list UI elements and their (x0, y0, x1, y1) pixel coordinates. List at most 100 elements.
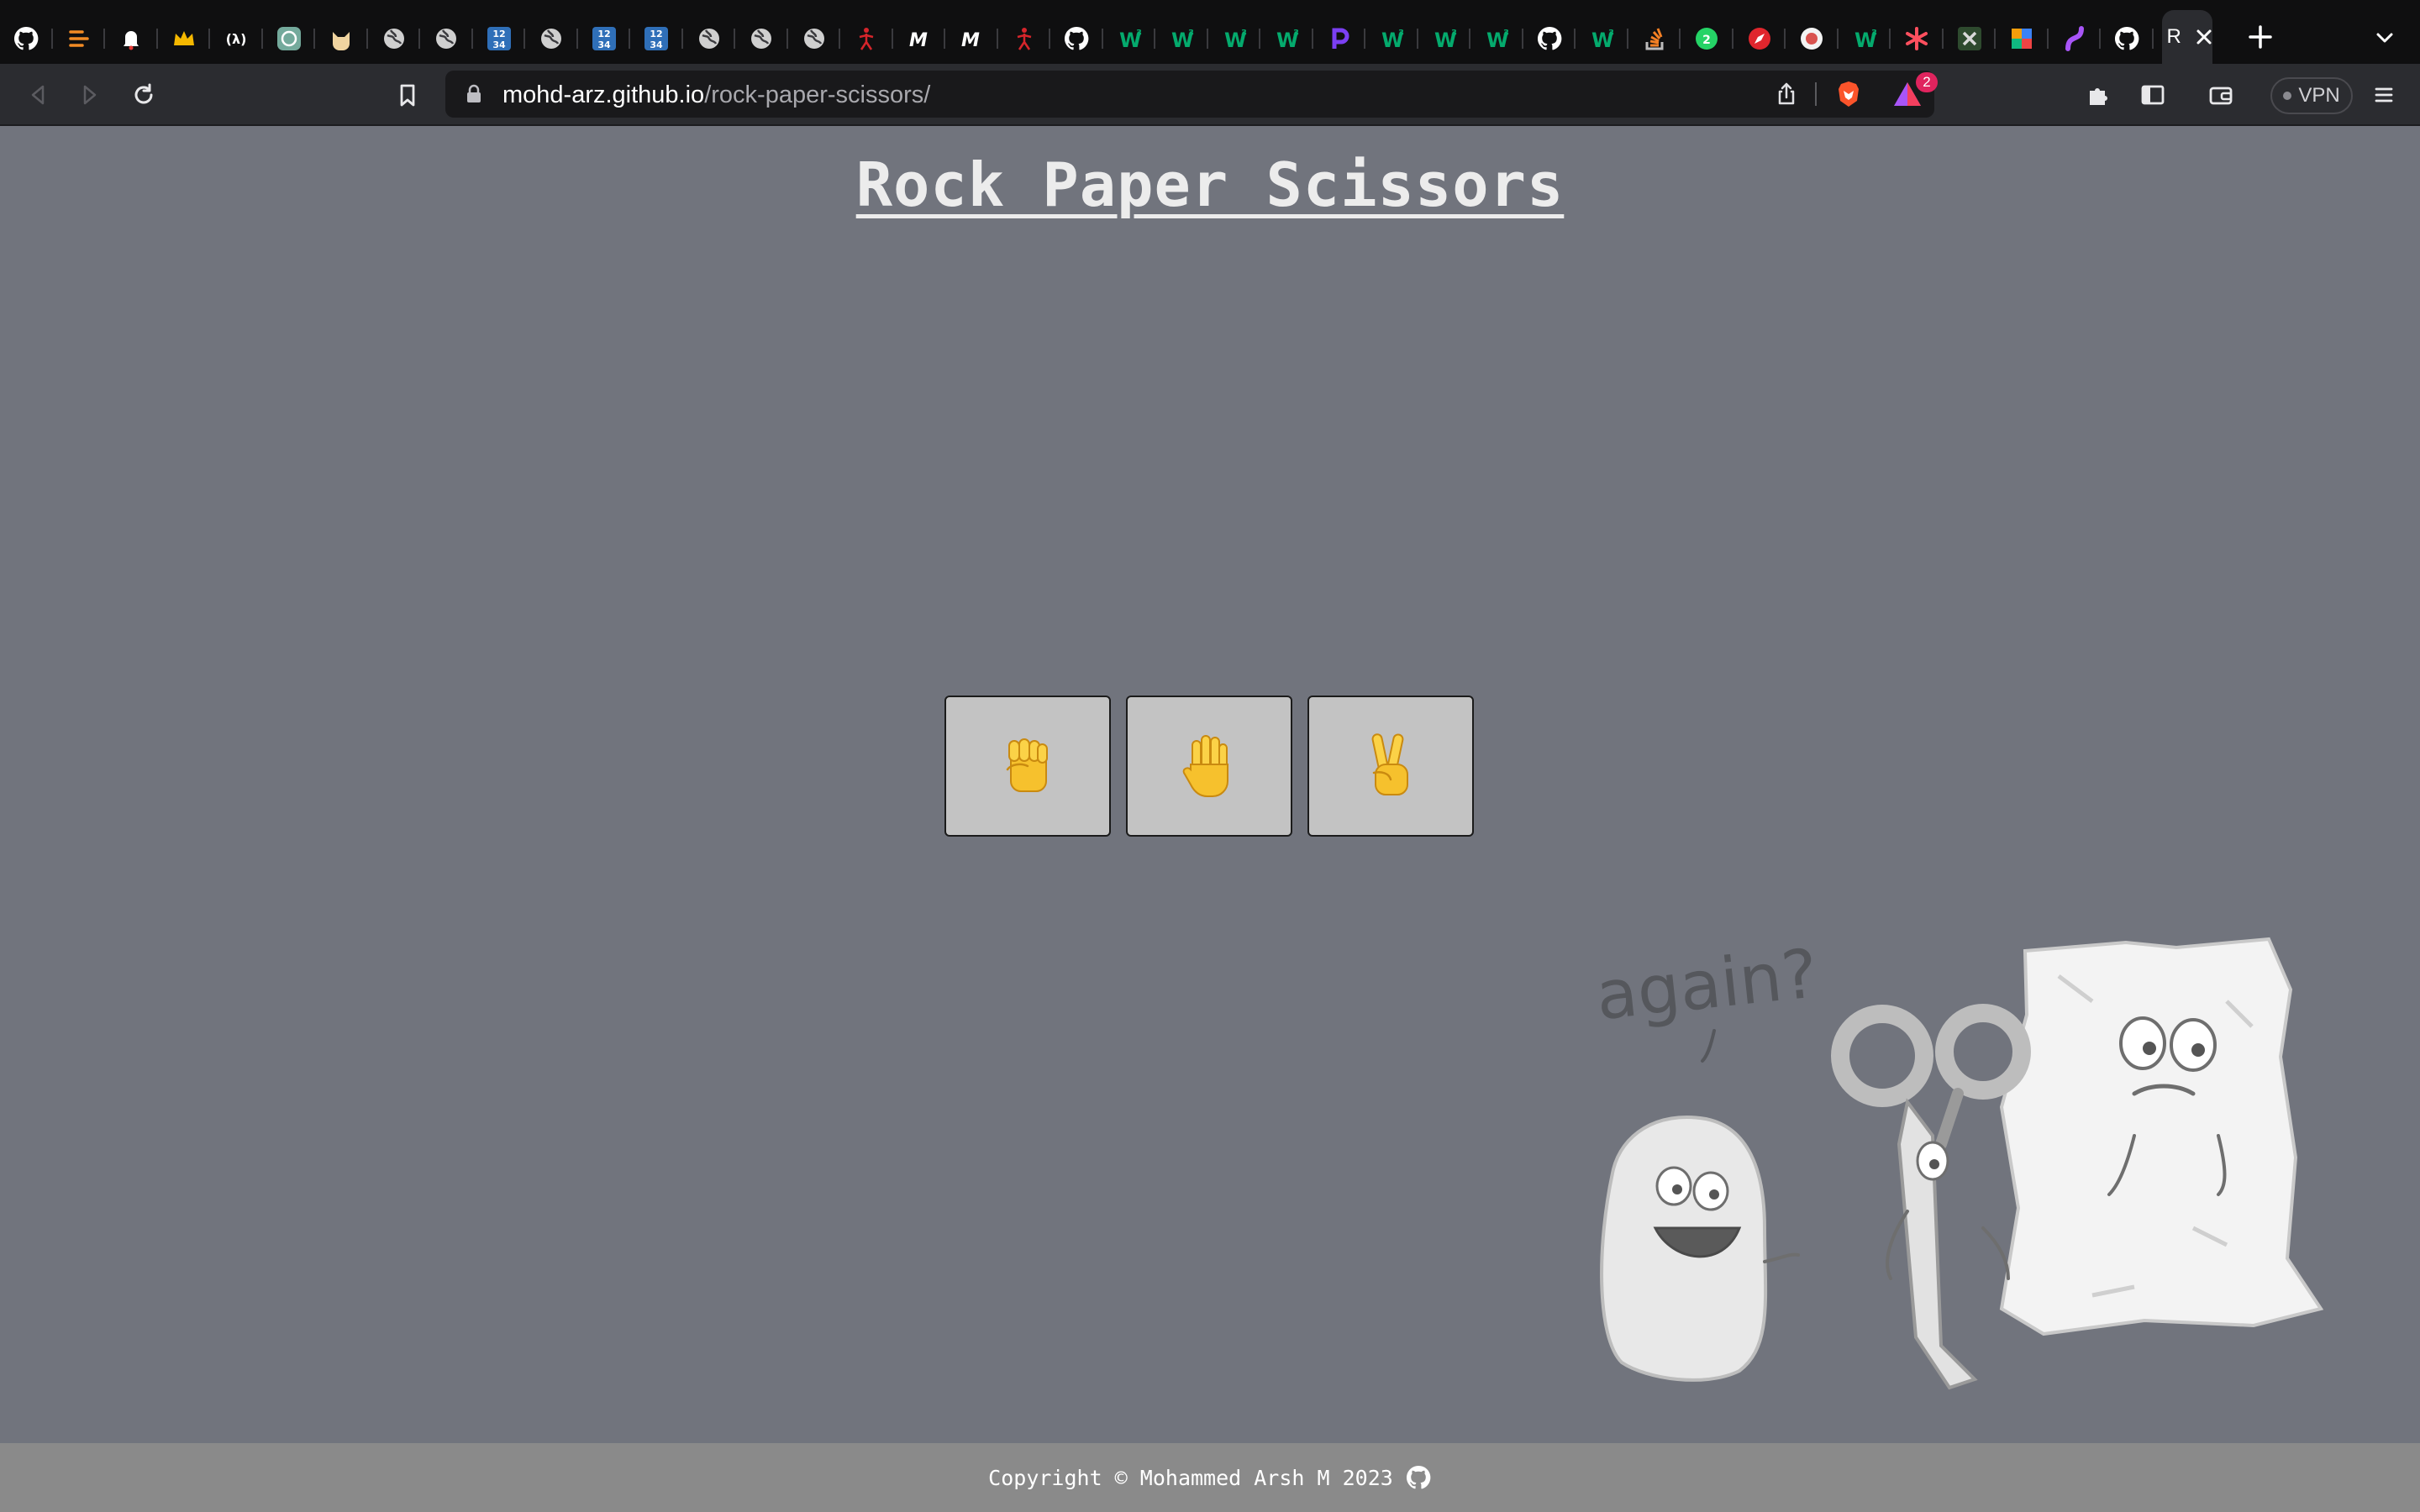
browser-tab[interactable] (683, 10, 736, 67)
raised-fist-icon (1006, 738, 1048, 792)
browser-tab[interactable] (315, 10, 368, 67)
browser-tab[interactable]: W3 (1155, 10, 1208, 67)
github-icon[interactable] (1405, 1464, 1432, 1491)
browser-tab[interactable] (1996, 10, 2049, 67)
browser-tab[interactable]: 12 34 (578, 10, 631, 67)
reload-button[interactable] (126, 77, 161, 113)
github-icon (13, 25, 39, 52)
rock-character (1600, 1116, 1800, 1382)
browser-tab[interactable] (1786, 10, 1839, 67)
stick-figure-icon (1011, 25, 1038, 52)
rock-button[interactable] (944, 696, 1111, 837)
browser-tab[interactable]: W3 (1103, 10, 1156, 67)
browser-tab[interactable]: W3 (1365, 10, 1418, 67)
back-button[interactable] (20, 77, 55, 113)
forward-button[interactable] (72, 77, 108, 113)
browser-tab[interactable] (0, 10, 53, 67)
browser-tab[interactable] (788, 10, 841, 67)
illustration-caption: again? (1592, 934, 1821, 1035)
asterisk-icon (1903, 25, 1930, 52)
browser-tab-active[interactable]: R (2161, 10, 2212, 67)
w3-icon: W3 (1273, 25, 1300, 52)
browser-tab[interactable]: M (945, 10, 998, 67)
browser-tab[interactable] (1523, 10, 1576, 67)
browser-tab[interactable]: 12 34 (473, 10, 526, 67)
browser-tab[interactable]: M (893, 10, 946, 67)
w3-icon: W3 (1431, 25, 1458, 52)
svg-text:12: 12 (492, 29, 505, 39)
browser-tab[interactable] (420, 10, 473, 67)
browser-tab[interactable] (105, 10, 158, 67)
w3-icon: W3 (1483, 25, 1510, 52)
svg-text:2: 2 (1702, 34, 1711, 47)
w3-icon: W3 (1588, 25, 1615, 52)
github-icon (2113, 25, 2140, 52)
browser-tab[interactable]: W3 (1418, 10, 1471, 67)
w3-icon: W3 (1116, 25, 1143, 52)
globe-icon (538, 25, 565, 52)
url-text: mohd-arz.github.io/rock-paper-scissors/ (502, 81, 930, 109)
browser-tab[interactable]: W3 (1576, 10, 1628, 67)
browser-tab[interactable] (1944, 10, 1996, 67)
browser-tab[interactable] (1733, 10, 1786, 67)
browser-tab[interactable]: (λ) (210, 10, 263, 67)
stick-figure-icon (853, 25, 880, 52)
characters-illustration: again? (1592, 934, 2324, 1390)
browser-tab[interactable] (840, 10, 893, 67)
close-tab-icon[interactable] (2192, 25, 2216, 49)
forward-arrow-icon (83, 85, 97, 105)
browser-tab[interactable] (1313, 10, 1366, 67)
svg-text:12: 12 (597, 29, 610, 39)
browser-tab[interactable]: W3 (1839, 10, 1891, 67)
browser-tab[interactable] (735, 10, 788, 67)
sidebar-button[interactable] (2135, 77, 2170, 113)
svg-text:3: 3 (1188, 29, 1194, 38)
browser-tab[interactable] (1891, 10, 1944, 67)
scissors-button[interactable] (1307, 696, 1474, 837)
w3-icon: W3 (1168, 25, 1195, 52)
extensions-button[interactable] (2081, 77, 2116, 113)
svg-text:12: 12 (650, 29, 663, 39)
raised-hand-icon (1182, 735, 1228, 797)
w3-icon: W3 (1221, 25, 1248, 52)
browser-tab[interactable] (1050, 10, 1103, 67)
brave-shields-icon[interactable] (1833, 79, 1864, 109)
numbers-icon: 12 34 (486, 25, 513, 52)
browser-tab[interactable]: 12 34 (630, 10, 683, 67)
browser-tab[interactable]: W3 (1470, 10, 1523, 67)
stackoverflow-icon (1641, 25, 1668, 52)
cat-icon (328, 25, 355, 52)
browser-tab[interactable] (53, 10, 106, 67)
numbers-icon: 12 34 (591, 25, 618, 52)
address-bar-divider (1815, 82, 1817, 106)
browser-tab[interactable] (2101, 10, 2154, 67)
paper-button[interactable] (1126, 696, 1292, 837)
browser-tab[interactable] (158, 10, 211, 67)
share-icon[interactable] (1773, 81, 1800, 108)
wallet-button[interactable] (2203, 77, 2238, 113)
vpn-button[interactable]: VPN (2270, 77, 2353, 114)
browser-tab[interactable] (2049, 10, 2102, 67)
browser-tab[interactable]: W3 (1208, 10, 1261, 67)
numbers-icon: 12 34 (643, 25, 670, 52)
browser-tab[interactable] (263, 10, 316, 67)
main-menu-button[interactable] (2366, 77, 2402, 113)
bookmark-button[interactable] (390, 77, 425, 113)
browser-tab[interactable] (525, 10, 578, 67)
browser-tab[interactable]: W3 (1260, 10, 1313, 67)
browser-tab[interactable] (998, 10, 1051, 67)
colorful-x-icon (2008, 25, 2035, 52)
svg-text:3: 3 (1398, 29, 1404, 38)
tab-search-chevron-icon[interactable] (2370, 25, 2400, 50)
victory-hand-icon (1371, 733, 1408, 795)
svg-text:34: 34 (597, 39, 611, 50)
lock-icon (467, 84, 481, 102)
address-bar[interactable]: mohd-arz.github.io/rock-paper-scissors/ … (445, 71, 1938, 118)
browser-tab[interactable] (1628, 10, 1681, 67)
compass-icon (1746, 25, 1773, 52)
browser-tab[interactable] (368, 10, 421, 67)
p-letter-icon (1326, 25, 1353, 52)
reload-icon (134, 83, 153, 104)
browser-tab[interactable]: 2 (1681, 10, 1733, 67)
new-tab-button[interactable] (2245, 22, 2275, 52)
